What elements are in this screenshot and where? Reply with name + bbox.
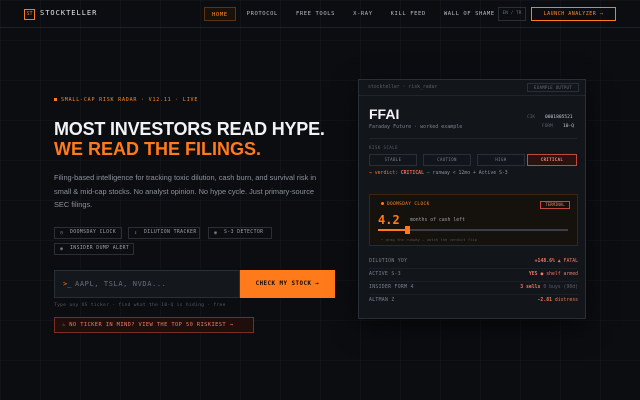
doomsday-clock-panel: DOOMSDAY CLOCK TERMINAL 4.2 months of ca… <box>369 194 578 246</box>
live-dot-icon <box>54 98 57 101</box>
card-company: Faraday Future · worked example <box>369 124 463 130</box>
metric-label: DILUTION YOY <box>369 259 408 264</box>
hero-title-line2: WE READ THE FILINGS. <box>54 139 261 159</box>
nav-protocol[interactable]: PROTOCOL <box>240 7 285 21</box>
divider <box>369 138 577 139</box>
metric-row: DILUTION YOY +148.6% ▲ FATAL <box>369 256 578 269</box>
scale-critical[interactable]: CRITICAL <box>527 154 577 166</box>
eye-icon: ◉ <box>214 230 218 236</box>
scale-caution[interactable]: CAUTION <box>423 154 471 166</box>
metric-value: 3 sells 0 buys (90d) <box>520 285 578 290</box>
card-path: stockteller · risk_radar <box>368 85 438 90</box>
metric-value: +148.6% ▲ FATAL <box>534 259 578 264</box>
terminal-badge: TERMINAL <box>540 201 570 209</box>
metric-label: ACTIVE S-3 <box>369 272 401 277</box>
runway-unit: months of cash left <box>410 218 465 223</box>
example-output-card: stockteller · risk_radar EXAMPLE OUTPUT … <box>358 79 586 319</box>
tag-s3-detector: ◉ S-3 DETECTOR <box>208 227 272 239</box>
tag-dilution-tracker: ↕ DILUTION TRACKER <box>128 227 200 239</box>
brand-name[interactable]: STOCKTELLER <box>40 9 97 17</box>
card-header: stockteller · risk_radar EXAMPLE OUTPUT <box>359 80 585 96</box>
clock-icon: ◷ <box>60 230 64 236</box>
dilution-icon: ↕ <box>134 230 138 236</box>
runway-slider-fill <box>378 229 407 231</box>
terminal-prompt-icon: >_ <box>63 280 72 288</box>
check-my-stock-button[interactable]: CHECK MY STOCK → <box>240 270 335 298</box>
nav-links: HOME PROTOCOL FREE TOOLS X-RAY KILL FEED… <box>204 7 506 21</box>
cik-value: 0001805521 <box>545 115 573 120</box>
scale-stable[interactable]: STABLE <box>369 154 417 166</box>
tag-doomsday-clock: ◷ DOOMSDAY CLOCK <box>54 227 122 239</box>
card-ticker: FFAI <box>369 106 400 122</box>
scale-high[interactable]: HIGH <box>477 154 525 166</box>
status-dot-icon <box>381 202 384 205</box>
hero-kicker: SMALL-CAP RISK RADAR · V12.11 · LIVE <box>54 97 198 103</box>
search-placeholder: AAPL, TSLA, NVDA... <box>75 280 167 288</box>
runway-hint: ← drag the runway — watch the verdict fl… <box>381 237 478 242</box>
verdict-line: → verdict: CRITICAL — runway < 12mo + Ac… <box>369 171 508 176</box>
metric-value: -2.81 distress <box>537 298 578 303</box>
nav-free-tools[interactable]: FREE TOOLS <box>289 7 342 21</box>
eye-icon: ◉ <box>60 246 64 252</box>
view-top-riskiest-button[interactable]: ⚠ NO TICKER IN MIND? VIEW THE TOP 50 RIS… <box>54 317 254 333</box>
tag-insider-dump-alert: ◉ INSIDER DUMP ALERT <box>54 243 134 255</box>
metric-row: ACTIVE S-3 YES ● shelf armed <box>369 269 578 282</box>
metric-row: ALTMAN Z -2.81 distress <box>369 295 578 308</box>
runway-slider[interactable] <box>378 226 568 234</box>
form-label: FORM <box>542 124 553 129</box>
ticker-search-input[interactable]: >_ AAPL, TSLA, NVDA... <box>54 270 240 298</box>
runway-slider-handle[interactable] <box>404 226 410 234</box>
hero-description: Filing-based intelligence for tracking t… <box>54 173 317 209</box>
search-helper-text: Type any US ticker · find what the 10-Q … <box>54 303 226 308</box>
top-nav: ST STOCKTELLER HOME PROTOCOL FREE TOOLS … <box>0 0 640 28</box>
metric-value: YES ● shelf armed <box>528 272 578 277</box>
risk-scale-label: RISK SCALE <box>369 145 399 150</box>
language-switch[interactable]: EN / TR <box>498 7 526 21</box>
metric-row: INSIDER FORM 4 3 sells 0 buys (90d) <box>369 282 578 295</box>
form-value: 10-Q <box>563 124 575 129</box>
logo-mark[interactable]: ST <box>24 9 35 20</box>
example-output-badge: EXAMPLE OUTPUT <box>527 83 579 92</box>
metric-label: ALTMAN Z <box>369 298 395 303</box>
nav-wall-of-shame[interactable]: WALL OF SHAME <box>437 7 502 21</box>
cik-label: CIK <box>527 115 536 120</box>
hero-title-line1: MOST INVESTORS READ HYPE. <box>54 119 325 139</box>
nav-x-ray[interactable]: X-RAY <box>346 7 380 21</box>
verdict-value: CRITICAL <box>400 171 424 176</box>
nav-home[interactable]: HOME <box>204 7 236 21</box>
metric-label: INSIDER FORM 4 <box>369 285 414 290</box>
doomsday-title: DOOMSDAY CLOCK <box>381 202 430 207</box>
runway-months-value: 4.2 <box>378 213 400 227</box>
nav-kill-feed[interactable]: KILL FEED <box>384 7 433 21</box>
launch-analyzer-button[interactable]: LAUNCH ANALYZER → <box>531 7 616 21</box>
